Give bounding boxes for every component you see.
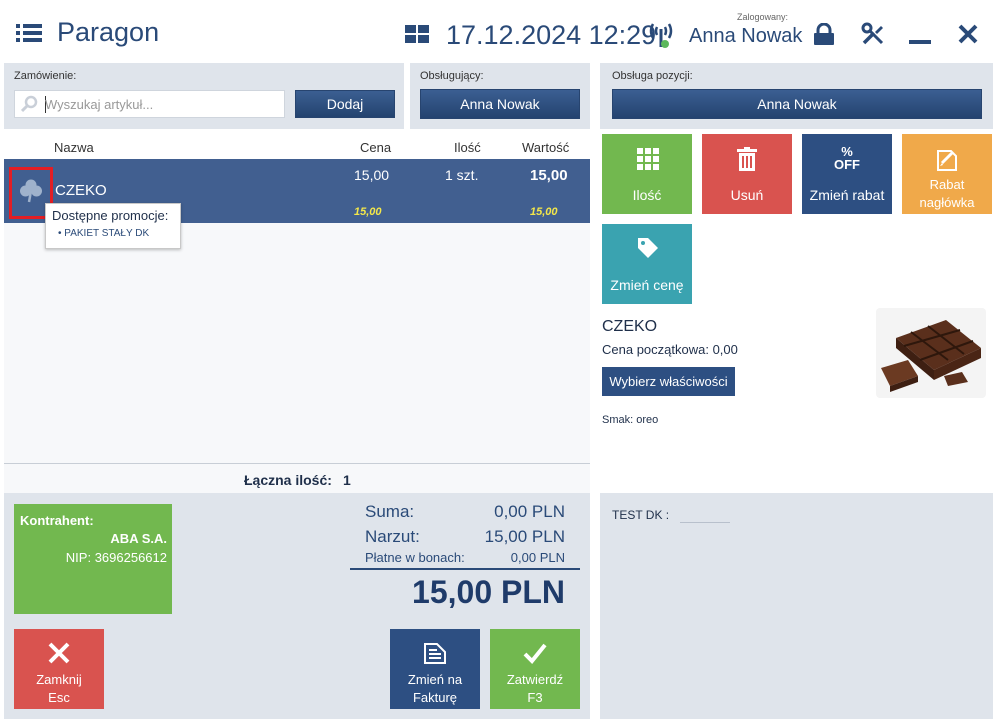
close-shortcut: Esc [48, 690, 70, 705]
markup-value: 15,00 PLN [484, 527, 565, 546]
percent-off-icon-bottom: OFF [834, 157, 860, 172]
qty-tile-label: Ilość [632, 187, 662, 203]
trash-icon [737, 147, 757, 174]
logged-label: Zalogowany: [737, 12, 789, 22]
test-dk-panel [600, 493, 993, 719]
row-value: 15,00 [530, 167, 568, 184]
sum-value: 0,00 PLN [494, 502, 565, 521]
vouchers-value: 0,00 PLN [510, 550, 565, 565]
order-label: Zamówienie: [14, 70, 77, 82]
row-promo-price: 15,00 [354, 206, 382, 218]
check-icon [523, 641, 547, 670]
logged-user: Anna Nowak [689, 25, 803, 47]
column-qty[interactable]: Ilość [454, 140, 481, 155]
minimize-icon[interactable] [909, 40, 931, 44]
menu-icon[interactable] [16, 24, 42, 42]
qty-tile[interactable]: Ilość [602, 134, 692, 214]
test-dk-field[interactable] [680, 522, 730, 523]
percent-off-icon: % OFF [802, 145, 892, 171]
total-qty-value: 1 [343, 472, 351, 488]
invoice-label-2: Fakturę [412, 690, 458, 705]
choose-properties-button[interactable]: Wybierz właściwości [602, 367, 735, 396]
markup-label: Narzut: [365, 527, 420, 546]
table-body [4, 223, 590, 463]
delete-tile[interactable]: Usuń [702, 134, 792, 214]
change-price-tile[interactable]: Zmień cenę [602, 224, 692, 304]
invoice-label-1: Zmień na [407, 672, 463, 687]
row-name: CZEKO [55, 182, 107, 199]
row-price: 15,00 [354, 167, 390, 183]
document-icon [423, 641, 447, 670]
close-icon[interactable] [958, 24, 978, 44]
header-discount-tile[interactable]: Rabat nagłówka [902, 134, 992, 214]
tooltip-title: Dostępne promocje: [52, 208, 169, 223]
search-icon [20, 95, 39, 118]
row-qty: 1 szt. [445, 167, 479, 183]
search-input[interactable] [45, 93, 275, 115]
header: Paragon 17.12.2024 12:29 Zalogowany: Ann… [0, 0, 999, 62]
initial-price: Cena początkowa: 0,00 [602, 342, 738, 357]
table-header: Nazwa Cena Ilość Wartość [4, 136, 590, 159]
change-price-label: Zmień cenę [610, 277, 684, 293]
windows-grid-icon[interactable] [405, 25, 429, 43]
summary-divider [350, 568, 580, 570]
serving-select[interactable]: Anna Nowak [420, 89, 580, 119]
serving-label: Obsługujący: [420, 70, 484, 82]
lock-icon[interactable] [813, 22, 835, 45]
close-label: Zamknij [36, 672, 82, 687]
change-discount-label: Zmień rabat [809, 187, 885, 203]
connection-icon[interactable] [648, 20, 674, 50]
close-button[interactable]: Zamknij Esc [14, 629, 104, 709]
total-qty-label: Łączna ilość: [244, 472, 332, 488]
confirm-button[interactable]: Zatwierdź F3 [490, 629, 580, 709]
customer-tile[interactable]: Kontrahent: ABA S.A. NIP: 3696256612 [14, 504, 172, 614]
product-image [876, 308, 986, 398]
customer-label: Kontrahent: [20, 513, 94, 528]
sum-label: Suma: [365, 502, 415, 521]
change-to-invoice-button[interactable]: Zmień na Fakturę [390, 629, 480, 709]
delete-tile-label: Usuń [730, 187, 764, 203]
position-service-label: Obsługa pozycji: [612, 70, 693, 82]
header-discount-label-1: Rabat [929, 177, 965, 192]
confirm-shortcut: F3 [527, 690, 543, 705]
customer-nip: NIP: 3696256612 [65, 550, 167, 565]
test-dk-label: TEST DK : [612, 508, 670, 522]
position-service-select[interactable]: Anna Nowak [612, 89, 982, 119]
x-icon [47, 641, 71, 670]
tools-icon[interactable] [861, 22, 885, 46]
price-tag-icon [636, 236, 660, 263]
total-qty-bar: Łączna ilość: 1 [4, 463, 590, 493]
change-discount-tile[interactable]: % OFF Zmień rabat [802, 134, 892, 214]
search-box[interactable] [14, 90, 285, 118]
column-value[interactable]: Wartość [522, 140, 569, 155]
add-button[interactable]: Dodaj [295, 90, 395, 118]
app-title: Paragon [57, 17, 160, 47]
confirm-label: Zatwierdź [506, 672, 564, 687]
header-discount-label-2: nagłówka [919, 195, 975, 210]
product-name: CZEKO [602, 318, 658, 335]
promotions-tooltip: Dostępne promocje: • PAKIET STAŁY DK [45, 203, 181, 249]
column-price[interactable]: Cena [360, 140, 391, 155]
grid-icon [637, 148, 659, 173]
total-amount: 15,00 PLN [412, 574, 565, 610]
row-promo-value: 15,00 [530, 206, 558, 218]
flavor-label: Smak: oreo [602, 414, 659, 426]
edit-document-icon [934, 146, 960, 175]
column-name[interactable]: Nazwa [54, 140, 94, 155]
vouchers-label: Płatne w bonach: [365, 550, 465, 565]
datetime: 17.12.2024 12:29 [446, 20, 657, 50]
tooltip-item: • PAKIET STAŁY DK [58, 228, 150, 239]
customer-name: ABA S.A. [110, 531, 167, 546]
